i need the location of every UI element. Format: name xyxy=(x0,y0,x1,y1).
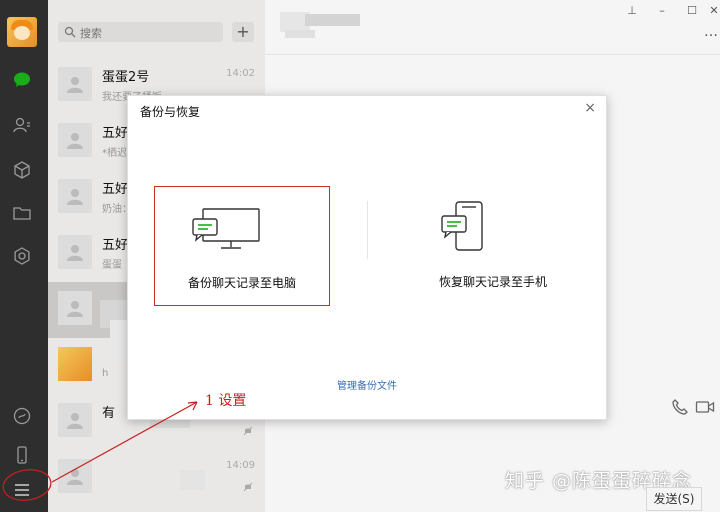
chat-time: 14:02 xyxy=(226,68,255,79)
chat-list-item[interactable]: 14:09 xyxy=(48,450,265,506)
privacy-blur xyxy=(305,14,360,26)
contact-avatar xyxy=(58,123,92,157)
annotation-label: 1 设置 xyxy=(205,393,247,409)
chat-preview: 蛋蛋 xyxy=(102,260,122,271)
privacy-blur xyxy=(285,30,315,38)
chat-name: 蛋蛋2号 xyxy=(102,70,150,85)
privacy-blur xyxy=(180,470,205,490)
contact-avatar xyxy=(58,179,92,213)
folder-icon[interactable] xyxy=(12,203,32,223)
contact-avatar xyxy=(58,291,92,325)
more-options-icon[interactable]: … xyxy=(704,24,718,40)
phone-chat-icon xyxy=(441,201,483,251)
video-call-icon[interactable] xyxy=(695,398,715,416)
restore-to-phone-option[interactable]: 恢复聊天记录至手机 xyxy=(406,186,580,304)
computer-chat-icon xyxy=(192,208,260,249)
backup-to-pc-option[interactable]: 备份聊天记录至电脑 xyxy=(154,186,330,306)
contact-avatar xyxy=(58,67,92,101)
options-divider xyxy=(367,201,368,259)
chat-preview: h xyxy=(102,368,109,379)
dialog-close-button[interactable]: × xyxy=(584,100,596,116)
contact-avatar xyxy=(58,403,92,437)
privacy-blur xyxy=(150,420,190,428)
menu-icon[interactable] xyxy=(12,480,32,500)
chat-name: 有 xyxy=(102,406,116,421)
nav-sidebar xyxy=(0,0,48,512)
chat-name: 五好 xyxy=(102,182,129,197)
minimize-button[interactable]: – xyxy=(654,4,670,17)
add-chat-button[interactable]: + xyxy=(232,22,254,42)
close-window-button[interactable]: ✕ xyxy=(706,4,720,17)
maximize-button[interactable]: ☐ xyxy=(684,4,700,17)
contact-avatar-photo xyxy=(58,347,92,381)
dialog-title: 备份与恢复 xyxy=(140,105,201,119)
contacts-icon[interactable] xyxy=(12,115,32,135)
contact-avatar xyxy=(58,459,92,493)
chat-name: 五好 xyxy=(102,238,129,253)
mute-bell-icon xyxy=(243,482,253,492)
backup-option-label: 备份聊天记录至电脑 xyxy=(187,276,296,290)
chat-icon[interactable] xyxy=(12,70,32,90)
search-input[interactable] xyxy=(78,23,222,43)
pin-button[interactable]: ⊥ xyxy=(624,4,640,17)
settings-gear-icon[interactable] xyxy=(12,246,32,266)
restore-option-label: 恢复聊天记录至手机 xyxy=(438,275,547,289)
search-icon xyxy=(64,26,76,38)
chat-name: 五好 xyxy=(102,126,129,141)
mute-bell-icon xyxy=(243,426,253,436)
chat-time: 14:09 xyxy=(226,460,255,471)
search-box[interactable] xyxy=(58,22,223,43)
phone-icon[interactable] xyxy=(12,445,32,465)
manage-backup-link[interactable]: 管理备份文件 xyxy=(128,377,606,392)
mini-program-icon[interactable] xyxy=(12,406,32,426)
send-button[interactable]: 发送(S) xyxy=(646,487,702,511)
chat-header xyxy=(265,0,720,55)
contact-avatar xyxy=(58,235,92,269)
backup-restore-dialog: 备份与恢复 × 备份聊天记录至电脑 恢复聊天记录至手机 管理备份文件 xyxy=(127,95,607,420)
voice-call-icon[interactable] xyxy=(671,398,689,416)
chat-preview: *栖迟 xyxy=(102,148,127,159)
avatar-face xyxy=(14,26,30,40)
user-avatar[interactable] xyxy=(7,17,37,47)
box-icon[interactable] xyxy=(12,160,32,180)
